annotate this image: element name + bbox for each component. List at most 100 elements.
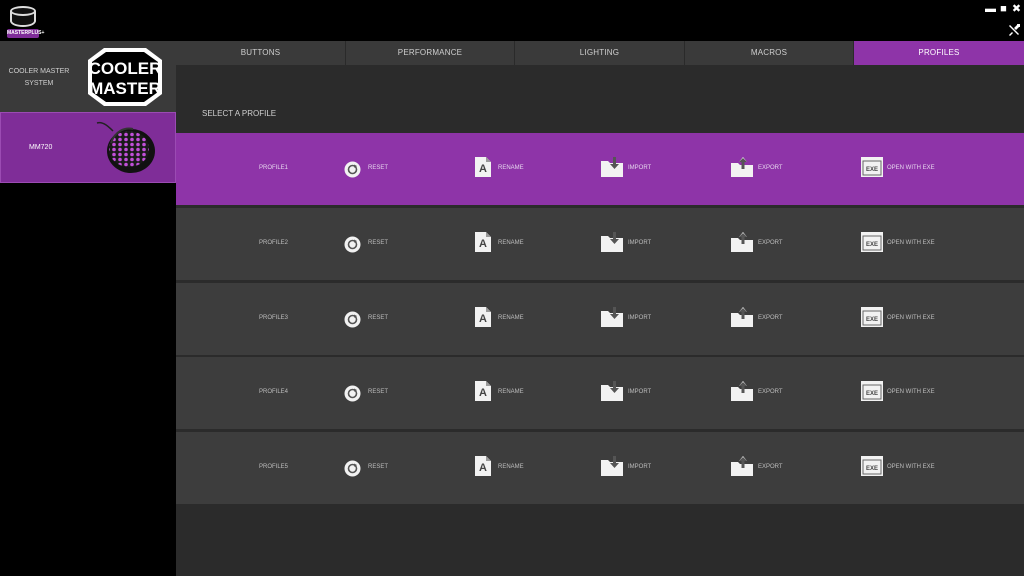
import-button[interactable]: IMPORT — [601, 228, 661, 260]
export-button[interactable]: EXPORT — [731, 303, 791, 335]
cooler-master-logo: COOLER MASTER — [88, 48, 162, 106]
profile-row-5[interactable]: PROFILE5 RESET A RENAME IMPORT EXPORT EX… — [176, 432, 1024, 504]
tab-macros[interactable]: MACROS — [685, 41, 854, 65]
export-icon — [731, 232, 753, 252]
profile-row-2[interactable]: PROFILE2 RESET A RENAME IMPORT EXPORT EX… — [176, 208, 1024, 280]
import-label: IMPORT — [628, 315, 652, 321]
tab-buttons[interactable]: BUTTONS — [176, 41, 346, 65]
tools-icon[interactable] — [1008, 24, 1020, 36]
svg-text:A: A — [479, 462, 487, 474]
brand-logo-line-2: MASTER — [89, 79, 161, 98]
reset-button[interactable]: RESET — [344, 153, 404, 185]
export-icon — [731, 381, 753, 401]
reset-label: RESET — [368, 464, 389, 470]
exe-icon: EXE — [861, 157, 883, 177]
rename-button[interactable]: A RENAME — [475, 303, 535, 335]
sidebar-item-cooler-master-system[interactable]: COOLER MASTER SYSTEM COOLER MASTER — [0, 41, 176, 112]
title-bar: MASTERPLUS+ ▬ ■ ✖ — [0, 0, 1024, 41]
reset-button[interactable]: RESET — [344, 452, 404, 484]
open-with-exe-button[interactable]: EXE OPEN WITH EXE — [861, 377, 941, 409]
import-label: IMPORT — [628, 165, 652, 171]
masterplus-logo: MASTERPLUS+ — [6, 4, 45, 38]
rename-label: RENAME — [498, 315, 524, 321]
svg-text:EXE: EXE — [866, 317, 878, 323]
export-label: EXPORT — [758, 464, 783, 470]
rename-button[interactable]: A RENAME — [475, 452, 535, 484]
import-button[interactable]: IMPORT — [601, 153, 661, 185]
maximize-button[interactable]: ■ — [998, 4, 1009, 15]
open-with-exe-button[interactable]: EXE OPEN WITH EXE — [861, 452, 941, 484]
open-with-exe-button[interactable]: EXE OPEN WITH EXE — [861, 303, 941, 335]
close-button[interactable]: ✖ — [1011, 4, 1022, 15]
rename-label: RENAME — [498, 165, 524, 171]
svg-text:EXE: EXE — [866, 466, 878, 472]
sidebar-item-label: MM720 — [29, 144, 53, 151]
profile-row-1[interactable]: PROFILE1 RESET A RENAME IMPORT EXPORT EX… — [176, 133, 1024, 205]
import-icon — [601, 157, 623, 177]
section-title: SELECT A PROFILE — [202, 109, 277, 118]
open-with-exe-label: OPEN WITH EXE — [887, 315, 935, 321]
export-label: EXPORT — [758, 240, 783, 246]
tab-performance[interactable]: PERFORMANCE — [346, 41, 515, 65]
svg-text:A: A — [479, 387, 487, 399]
import-label: IMPORT — [628, 240, 652, 246]
open-with-exe-label: OPEN WITH EXE — [887, 165, 935, 171]
exe-icon: EXE — [861, 307, 883, 327]
export-button[interactable]: EXPORT — [731, 377, 791, 409]
export-label: EXPORT — [758, 315, 783, 321]
profile-name: PROFILE2 — [259, 240, 289, 246]
brand-logo-line-1: COOLER — [89, 59, 162, 78]
tab-lighting[interactable]: LIGHTING — [515, 41, 685, 65]
rename-button[interactable]: A RENAME — [475, 228, 535, 260]
svg-text:EXE: EXE — [866, 242, 878, 248]
svg-text:A: A — [479, 238, 487, 250]
main-panel: SELECT A PROFILE PROFILE1 RESET A RENAME — [176, 65, 1024, 576]
reset-icon — [344, 385, 361, 402]
profile-name: PROFILE5 — [259, 464, 289, 470]
rename-button[interactable]: A RENAME — [475, 377, 535, 409]
reset-button[interactable]: RESET — [344, 303, 404, 335]
open-with-exe-label: OPEN WITH EXE — [887, 464, 935, 470]
import-icon — [601, 307, 623, 327]
app-logo-label: MASTERPLUS+ — [7, 29, 45, 38]
export-button[interactable]: EXPORT — [731, 153, 791, 185]
reset-label: RESET — [368, 240, 389, 246]
sidebar-item-mm720[interactable]: MM720 — [0, 112, 176, 183]
open-with-exe-label: OPEN WITH EXE — [887, 240, 935, 246]
open-with-exe-button[interactable]: EXE OPEN WITH EXE — [861, 153, 941, 185]
exe-icon: EXE — [861, 381, 883, 401]
reset-button[interactable]: RESET — [344, 228, 404, 260]
reset-icon — [344, 236, 361, 253]
open-with-exe-label: OPEN WITH EXE — [887, 389, 935, 395]
rename-label: RENAME — [498, 389, 524, 395]
rename-icon: A — [475, 157, 491, 177]
import-button[interactable]: IMPORT — [601, 377, 661, 409]
mouse-image — [96, 121, 155, 173]
tab-bar: BUTTONS PERFORMANCE LIGHTING MACROS PROF… — [176, 41, 1024, 65]
open-with-exe-button[interactable]: EXE OPEN WITH EXE — [861, 228, 941, 260]
reset-label: RESET — [368, 389, 389, 395]
export-icon — [731, 307, 753, 327]
reset-icon — [344, 460, 361, 477]
import-button[interactable]: IMPORT — [601, 303, 661, 335]
profile-name: PROFILE3 — [259, 315, 289, 321]
minimize-button[interactable]: ▬ — [985, 4, 996, 15]
profile-row-4[interactable]: PROFILE4 RESET A RENAME IMPORT EXPORT EX… — [176, 357, 1024, 429]
reset-label: RESET — [368, 315, 389, 321]
rename-button[interactable]: A RENAME — [475, 153, 535, 185]
export-button[interactable]: EXPORT — [731, 228, 791, 260]
export-button[interactable]: EXPORT — [731, 452, 791, 484]
reset-icon — [344, 161, 361, 178]
reset-button[interactable]: RESET — [344, 377, 404, 409]
export-icon — [731, 456, 753, 476]
exe-icon: EXE — [861, 456, 883, 476]
import-button[interactable]: IMPORT — [601, 452, 661, 484]
svg-text:A: A — [479, 163, 487, 175]
rename-label: RENAME — [498, 464, 524, 470]
svg-text:EXE: EXE — [866, 391, 878, 397]
profile-row-3[interactable]: PROFILE3 RESET A RENAME IMPORT EXPORT EX… — [176, 283, 1024, 355]
rename-icon: A — [475, 307, 491, 327]
import-icon — [601, 381, 623, 401]
tab-profiles[interactable]: PROFILES — [854, 41, 1024, 65]
rename-icon: A — [475, 456, 491, 476]
